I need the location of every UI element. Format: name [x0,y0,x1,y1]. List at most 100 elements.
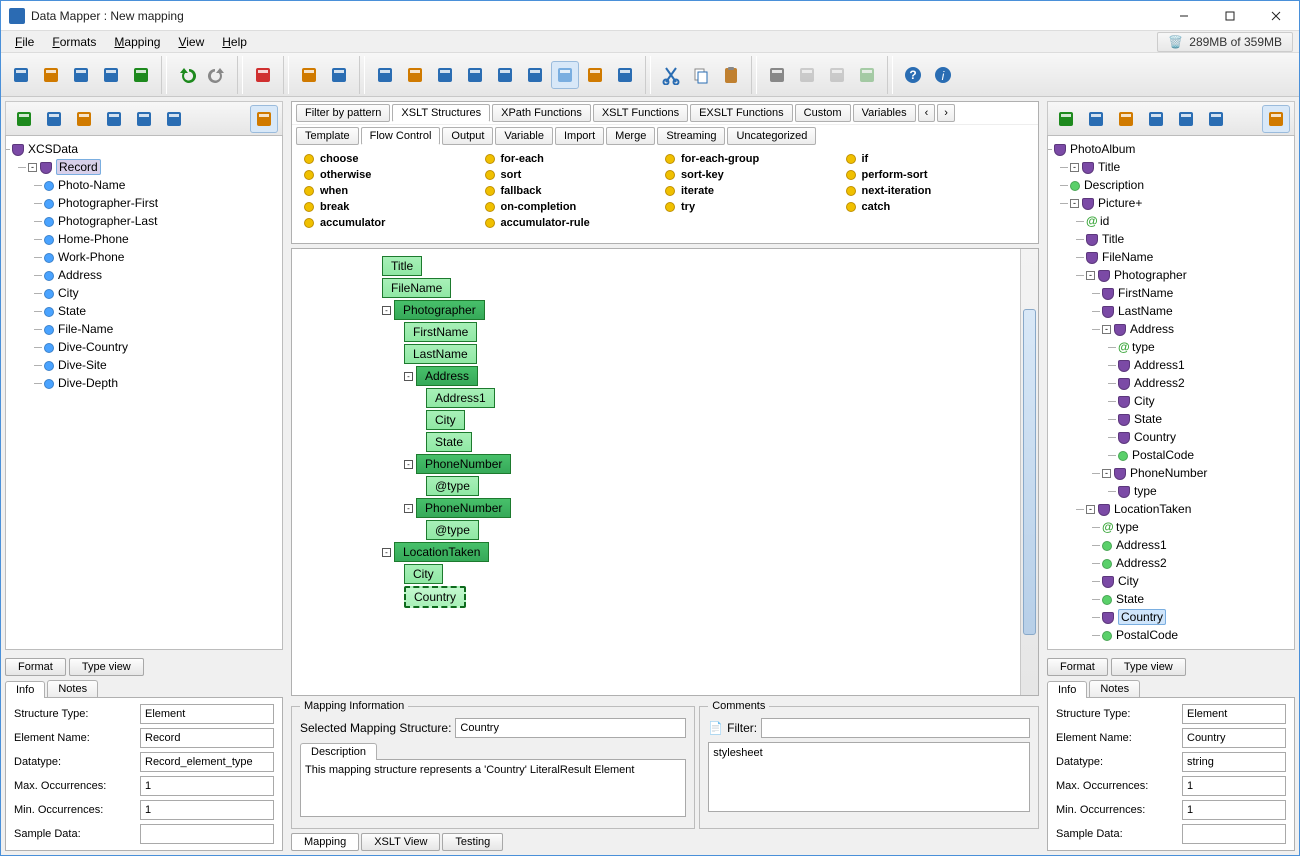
tree-root[interactable]: XCSData [28,142,78,156]
prop-datatype[interactable] [140,752,274,772]
mapping-node[interactable]: @type [426,476,479,496]
toolbar-button[interactable] [97,61,125,89]
node-toggle[interactable]: - [404,504,413,513]
panel-tool-button[interactable] [130,105,158,133]
fn-item[interactable]: perform-sort [846,167,1027,183]
tree-attr[interactable]: id [1100,214,1109,228]
menu-view[interactable]: View [170,33,212,51]
fn-item[interactable]: break [304,199,485,215]
toolbar-button[interactable] [521,61,549,89]
fn-item[interactable]: for-each [485,151,666,167]
mapping-node[interactable]: FirstName [404,322,477,342]
source-tree[interactable]: XCSData -Record Photo-NamePhotographer-F… [5,135,283,650]
fn-tab[interactable]: XSLT Structures [392,104,490,122]
fn-tab[interactable]: XPath Functions [492,104,591,122]
panel-tool-button[interactable] [1202,105,1230,133]
panel-tool-button[interactable] [160,105,188,133]
prop-structure_type[interactable] [1182,704,1286,724]
mapping-node[interactable]: FileName [382,278,451,298]
panel-tool-button[interactable] [1052,105,1080,133]
maximize-button[interactable] [1207,1,1253,31]
tree-node[interactable]: Photographer [1114,268,1187,282]
mapping-node[interactable]: PhoneNumber [416,454,511,474]
toolbar-button[interactable] [687,61,715,89]
tree-leaf[interactable]: Dive-Site [58,358,107,372]
view-toggle-format[interactable]: Format [5,658,66,676]
prop-structure_type[interactable] [140,704,274,724]
mapping-node[interactable]: LocationTaken [394,542,489,562]
toolbar-button[interactable] [763,61,791,89]
info-tab-notes[interactable]: Notes [47,680,98,697]
fn-category[interactable]: Output [442,127,493,145]
info-tab-info[interactable]: Info [5,681,45,698]
toggle-handle[interactable]: - [1086,271,1095,280]
toolbar-button[interactable] [325,61,353,89]
fn-item[interactable]: for-each-group [665,151,846,167]
tree-node-country[interactable]: Country [1118,609,1166,625]
tree-leaf[interactable]: File-Name [58,322,113,336]
panel-tool-button[interactable] [10,105,38,133]
prop-sample[interactable] [1182,824,1286,844]
fn-tab-scroll[interactable]: ‹ [918,104,936,122]
center-tab-testing[interactable]: Testing [442,833,503,851]
fn-item[interactable]: catch [846,199,1027,215]
fn-item[interactable]: sort [485,167,666,183]
prop-element_name[interactable] [140,728,274,748]
fn-category[interactable]: Streaming [657,127,725,145]
toolbar-button[interactable] [371,61,399,89]
mapping-node[interactable]: City [404,564,443,584]
center-tab-mapping[interactable]: Mapping [291,833,359,851]
toolbar-button[interactable]: ? [899,61,927,89]
panel-tool-button[interactable] [100,105,128,133]
target-tree[interactable]: PhotoAlbum-TitleDescription-Picture+@idT… [1047,135,1295,650]
toolbar-button[interactable] [551,61,579,89]
mapping-canvas[interactable]: TitleFileName-PhotographerFirstNameLastN… [291,248,1039,696]
toolbar-button[interactable] [7,61,35,89]
description-tab[interactable]: Description [300,743,377,760]
toolbar-button[interactable] [401,61,429,89]
node-toggle[interactable]: - [382,306,391,315]
info-tab-notes[interactable]: Notes [1089,680,1140,697]
description-text[interactable] [300,759,686,817]
toolbar-button[interactable] [249,61,277,89]
toggle-handle[interactable]: - [1070,163,1079,172]
fn-tab[interactable]: EXSLT Functions [690,104,793,122]
toolbar-button[interactable] [431,61,459,89]
toggle-handle[interactable]: - [1102,469,1111,478]
mapping-node[interactable]: Address1 [426,388,495,408]
fn-category[interactable]: Import [555,127,604,145]
mapping-node[interactable]: Title [382,256,422,276]
fn-tab[interactable]: Variables [853,104,916,122]
toolbar-button[interactable] [611,61,639,89]
fn-item[interactable]: accumulator-rule [485,215,666,231]
menu-help[interactable]: Help [214,33,255,51]
fn-item[interactable]: if [846,151,1027,167]
mapping-node[interactable]: Address [416,366,478,386]
toolbar-button[interactable] [717,61,745,89]
minimize-button[interactable] [1161,1,1207,31]
fn-item[interactable]: otherwise [304,167,485,183]
toggle-handle[interactable]: - [1070,199,1079,208]
tree-leaf[interactable]: Photographer-Last [58,214,157,228]
tree-node[interactable]: FileName [1102,250,1153,264]
fn-category[interactable]: Template [296,127,359,145]
view-toggle-format[interactable]: Format [1047,658,1108,676]
toolbar-button[interactable] [581,61,609,89]
collapse-handle[interactable]: - [28,163,37,172]
prop-max[interactable] [140,776,274,796]
toolbar-button[interactable] [37,61,65,89]
fn-category[interactable]: Uncategorized [727,127,816,145]
toolbar-button[interactable] [173,61,201,89]
tree-node[interactable]: Title [1102,232,1124,246]
tree-node[interactable]: Picture+ [1098,196,1142,210]
toolbar-button[interactable] [491,61,519,89]
tree-leaf[interactable]: Description [1084,178,1144,192]
fn-item[interactable]: sort-key [665,167,846,183]
node-toggle[interactable]: - [404,372,413,381]
panel-tool-button[interactable] [1112,105,1140,133]
fn-item[interactable]: iterate [665,183,846,199]
toolbar-button[interactable] [127,61,155,89]
fn-item[interactable]: on-completion [485,199,666,215]
menu-mapping[interactable]: Mapping [106,33,168,51]
tree-node-record[interactable]: Record [56,159,101,175]
